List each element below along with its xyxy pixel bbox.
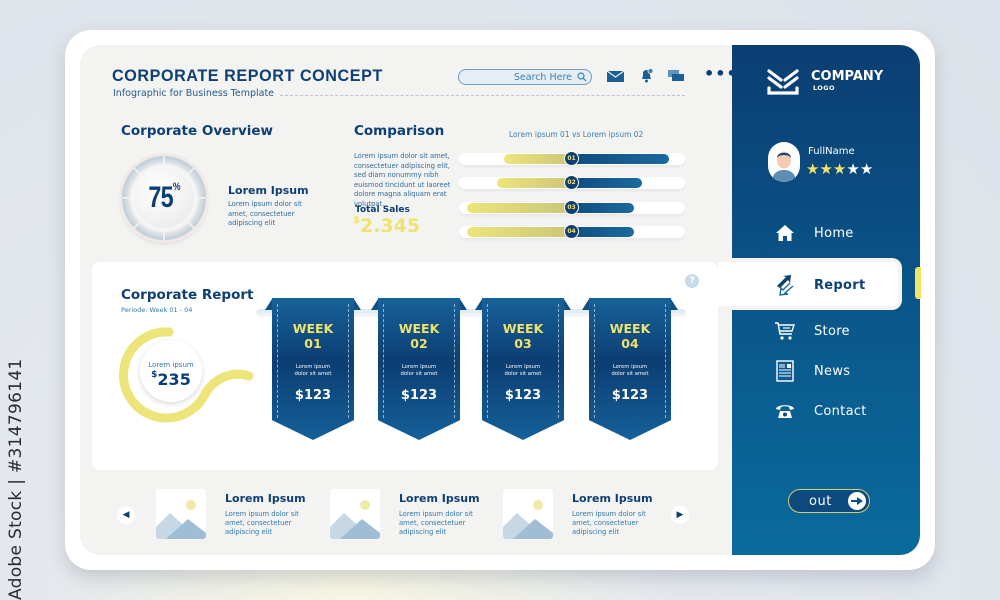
carousel-item-title: Lorem Ipsum [399, 492, 480, 505]
telephone-icon [772, 400, 798, 422]
carousel-prev-button[interactable]: ◀ [117, 506, 135, 524]
arrow-right-icon [848, 492, 866, 510]
header-divider [280, 95, 685, 96]
carousel-item-desc: Lorem ipsum dolor sit amet, consectetuer… [399, 510, 473, 536]
overview-gauge: 75% [122, 156, 206, 240]
notification-bell-icon[interactable] [640, 68, 654, 83]
carousel-item-desc: Lorem ipsum dolor sit amet, consectetuer… [572, 510, 646, 536]
report-arrows-icon [772, 274, 798, 296]
week-ribbon[interactable]: WEEK 04 Lorem ipsum dolor sit amet $123 [589, 298, 671, 440]
week-desc: Lorem ipsum dolor sit amet [611, 364, 649, 377]
week-label: WEEK 01 [292, 321, 334, 351]
comparison-desc: Lorem ipsum dolor sit amet, consectetuer… [354, 152, 451, 208]
week-amount: $123 [294, 388, 332, 403]
carousel-item-title: Lorem Ipsum [225, 492, 306, 505]
star-icon: ★ [832, 160, 847, 178]
image-placeholder-icon[interactable] [330, 489, 380, 539]
week-label: WEEK 03 [502, 321, 544, 351]
week-amount: $123 [400, 388, 438, 403]
report-circle-value: $235 [151, 370, 191, 389]
report-heading: Corporate Report [121, 287, 254, 303]
comparison-row: 04 [459, 224, 685, 239]
sidebar-item-label: News [814, 363, 851, 379]
comparison-row: 01 [459, 151, 685, 166]
stock-watermark-id: Adobe Stock | #314796141 [6, 358, 26, 600]
overview-item-desc: Lorem ipsum dolor sit amet, consectetuer… [228, 200, 302, 227]
logout-label: out [809, 493, 832, 509]
mail-icon[interactable] [607, 71, 624, 82]
week-desc: Lorem ipsum dolor sit amet [504, 364, 542, 377]
star-icon: ★ [859, 160, 874, 178]
carousel-item-title: Lorem Ipsum [572, 492, 653, 505]
comparison-row: 03 [459, 200, 685, 215]
company-logo-text: LOGO [813, 84, 835, 92]
sidebar-item-report[interactable]: Report [772, 274, 866, 296]
sidebar-item-label: Store [814, 323, 850, 339]
comparison-row-badge: 02 [564, 175, 579, 190]
total-sales-value: $2.345 [353, 215, 421, 237]
company-logo-icon [767, 69, 799, 95]
home-icon [772, 222, 798, 244]
week-desc: Lorem ipsum dolor sit amet [400, 364, 438, 377]
report-amount-circle: Lorem ipsum $235 [140, 340, 202, 402]
comparison-bar-series-02 [570, 227, 634, 237]
comparison-row-badge: 04 [564, 224, 579, 239]
comparison-bar-series-02 [570, 203, 634, 213]
overview-heading: Corporate Overview [121, 123, 274, 139]
overview-item-title: Lorem Ipsum [228, 184, 309, 197]
search-placeholder: Search Here [513, 71, 572, 83]
comparison-bar-series-02 [570, 154, 669, 164]
carousel-next-button[interactable]: ▶ [671, 506, 689, 524]
week-ribbon[interactable]: WEEK 03 Lorem ipsum dolor sit amet $123 [482, 298, 564, 440]
avatar[interactable] [768, 142, 800, 182]
logout-button[interactable]: out [788, 489, 870, 513]
carousel-item-desc: Lorem ipsum dolor sit amet, consectetuer… [225, 510, 299, 536]
gauge-center: 75% [134, 168, 194, 228]
week-ribbon[interactable]: WEEK 02 Lorem ipsum dolor sit amet $123 [378, 298, 460, 440]
page-title: CORPORATE REPORT CONCEPT [112, 66, 383, 85]
week-label: WEEK 04 [609, 321, 651, 351]
comparison-row: 02 [459, 175, 685, 190]
newspaper-icon [772, 360, 798, 382]
sidebar-item-home[interactable]: Home [772, 222, 854, 244]
sidebar-item-label: Contact [814, 403, 867, 419]
search-icon [577, 72, 587, 82]
total-sales-label: Total Sales [355, 205, 410, 215]
company-name: COMPANY [811, 69, 884, 84]
comparison-row-badge: 01 [564, 151, 579, 166]
week-desc: Lorem ipsum dolor sit amet [294, 364, 332, 377]
comparison-legend: Lorem ipsum 01 vs Lorem ipsum 02 [509, 130, 644, 139]
user-rating: ★★★★★ [806, 160, 873, 178]
comparison-row-badge: 03 [564, 200, 579, 215]
week-amount: $123 [504, 388, 542, 403]
shopping-cart-icon [772, 320, 798, 342]
page-subtitle: Infographic for Business Template [113, 88, 275, 99]
help-icon[interactable]: ? [685, 274, 699, 288]
week-amount: $123 [611, 388, 649, 403]
comparison-bar-series-01 [467, 227, 576, 237]
star-icon: ★ [819, 160, 833, 178]
image-placeholder-icon[interactable] [503, 489, 553, 539]
report-circle-label: Lorem ipsum [148, 361, 194, 369]
sidebar-item-label: Report [814, 277, 866, 293]
active-nav-marker [915, 267, 921, 299]
gauge-value: 75% [148, 181, 180, 214]
sidebar-item-news[interactable]: News [772, 360, 850, 382]
week-ribbon[interactable]: WEEK 01 Lorem ipsum dolor sit amet $123 [272, 298, 354, 440]
comparison-heading: Comparison [354, 123, 445, 139]
sidebar-item-contact[interactable]: Contact [772, 400, 867, 422]
chat-icon[interactable] [668, 70, 684, 82]
week-label: WEEK 02 [398, 321, 440, 351]
report-period: Periode: Week 01 - 04 [121, 306, 193, 314]
star-icon: ★ [846, 160, 860, 178]
comparison-bar-series-01 [467, 203, 576, 213]
comparison-bar-series-02 [570, 178, 642, 188]
image-placeholder-icon[interactable] [156, 489, 206, 539]
user-full-name: FullName [808, 146, 855, 157]
sidebar-item-store[interactable]: Store [772, 320, 850, 342]
star-icon: ★ [806, 160, 820, 178]
user-avatar-icon [772, 151, 796, 182]
sidebar-item-label: Home [814, 225, 854, 241]
search-input[interactable]: Search Here [458, 69, 592, 85]
